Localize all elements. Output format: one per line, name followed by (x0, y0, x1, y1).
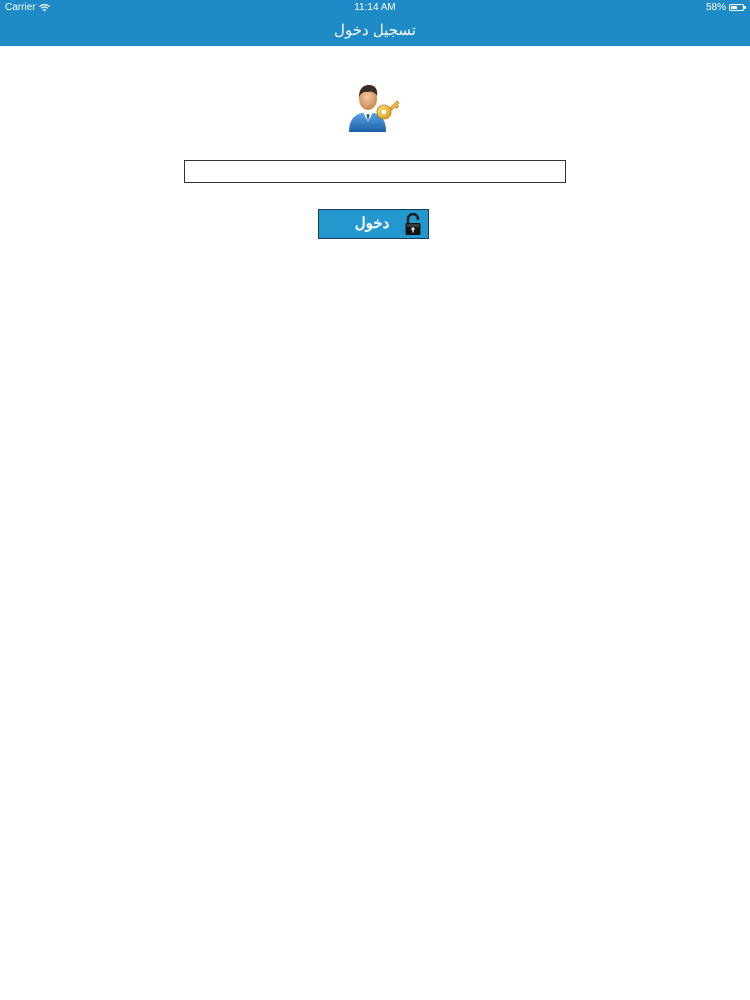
navigation-bar: Carrier 11:14 AM 58% تسجيل دخول (0, 0, 750, 46)
status-battery-group: 58% (705, 0, 746, 15)
status-time: 11:14 AM (354, 2, 396, 13)
battery-icon (729, 4, 746, 11)
unlocked-padlock-icon (405, 213, 421, 235)
login-button-label: دخول (354, 215, 390, 232)
page-title: تسجيل دخول (334, 22, 416, 39)
user-key-icon (349, 85, 400, 132)
login-button[interactable]: دخول (318, 209, 429, 239)
username-input[interactable] (184, 160, 566, 183)
status-bar: Carrier 11:14 AM 58% (0, 0, 750, 15)
battery-level-fill (731, 6, 738, 9)
battery-percent: 58% (705, 2, 726, 13)
